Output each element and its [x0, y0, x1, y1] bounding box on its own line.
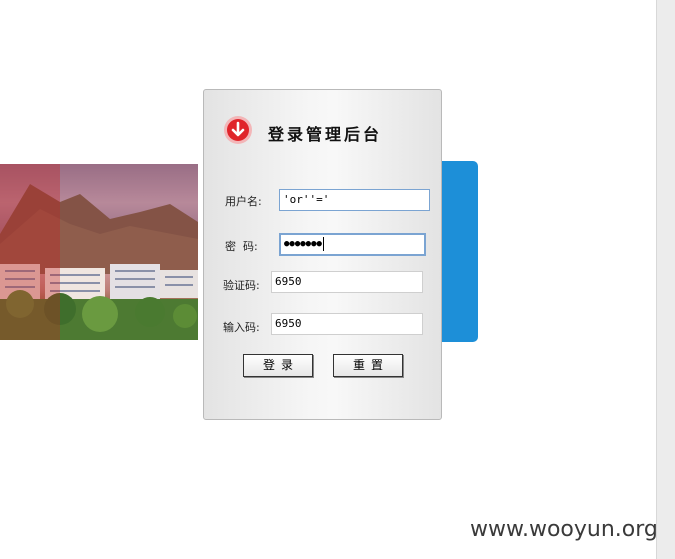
watermark: www.wooyun.org — [470, 517, 658, 542]
input-code-field[interactable]: 6950 — [271, 313, 423, 335]
campus-photo — [0, 164, 198, 340]
captcha-value: 6950 — [275, 275, 302, 288]
captcha-field[interactable]: 6950 — [271, 271, 423, 293]
login-button[interactable]: 登录 — [243, 354, 313, 377]
password-field[interactable]: ●●●●●●● — [279, 233, 426, 256]
username-label: 用户名: — [225, 195, 262, 208]
captcha-label: 验证码: — [223, 279, 260, 292]
input-code-label: 输入码: — [223, 321, 260, 334]
input-code-value: 6950 — [275, 317, 302, 330]
login-title: 登录管理后台 — [268, 125, 383, 144]
text-caret — [322, 236, 324, 251]
username-value: 'or''=' — [283, 193, 330, 206]
username-field[interactable]: 'or''=' — [279, 189, 430, 211]
page-scrollbar[interactable] — [656, 0, 675, 559]
side-accent-panel — [440, 161, 478, 342]
down-arrow-circle-icon — [224, 116, 252, 144]
password-label: 密 码: — [225, 240, 258, 253]
reset-button[interactable]: 重置 — [333, 354, 403, 377]
password-value: ●●●●●●● — [284, 239, 322, 249]
